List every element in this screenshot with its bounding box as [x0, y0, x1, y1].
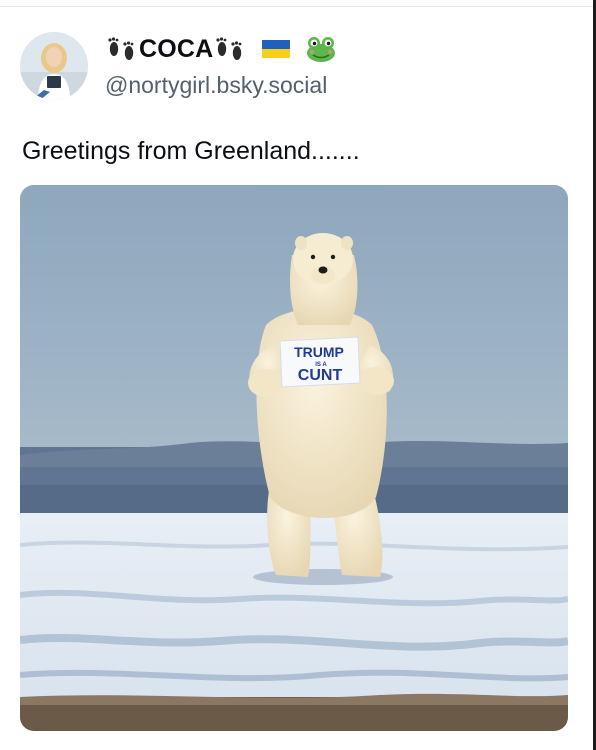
author-display-name[interactable]: COCA [105, 34, 337, 64]
author-handle[interactable]: @nortygirl.bsky.social [105, 71, 337, 99]
post-header: COCA @nortygirl.bsky.social [20, 32, 337, 100]
post-text: Greetings from Greenland....... [22, 137, 360, 165]
post-card[interactable]: COCA @nortygirl.bsky.social Greetings fr… [0, 7, 593, 750]
frog-emoji-icon [305, 35, 337, 63]
protest-sign: TRUMP IS A CUNT [279, 336, 361, 388]
avatar[interactable] [20, 32, 88, 100]
footprints-emoji-icon [213, 34, 247, 64]
post-image[interactable]: TRUMP IS A CUNT [20, 185, 568, 731]
footprints-emoji-icon [105, 34, 139, 64]
sign-line-1: TRUMP [294, 344, 344, 360]
ukraine-flag-icon [261, 38, 291, 60]
top-divider [0, 0, 596, 7]
author-names: COCA @nortygirl.bsky.social [105, 34, 337, 99]
polar-bear-photo: TRUMP IS A CUNT [20, 185, 568, 731]
avatar-image [20, 32, 88, 100]
sign-line-3: CUNT [298, 367, 343, 384]
display-name-text: COCA [139, 34, 214, 63]
